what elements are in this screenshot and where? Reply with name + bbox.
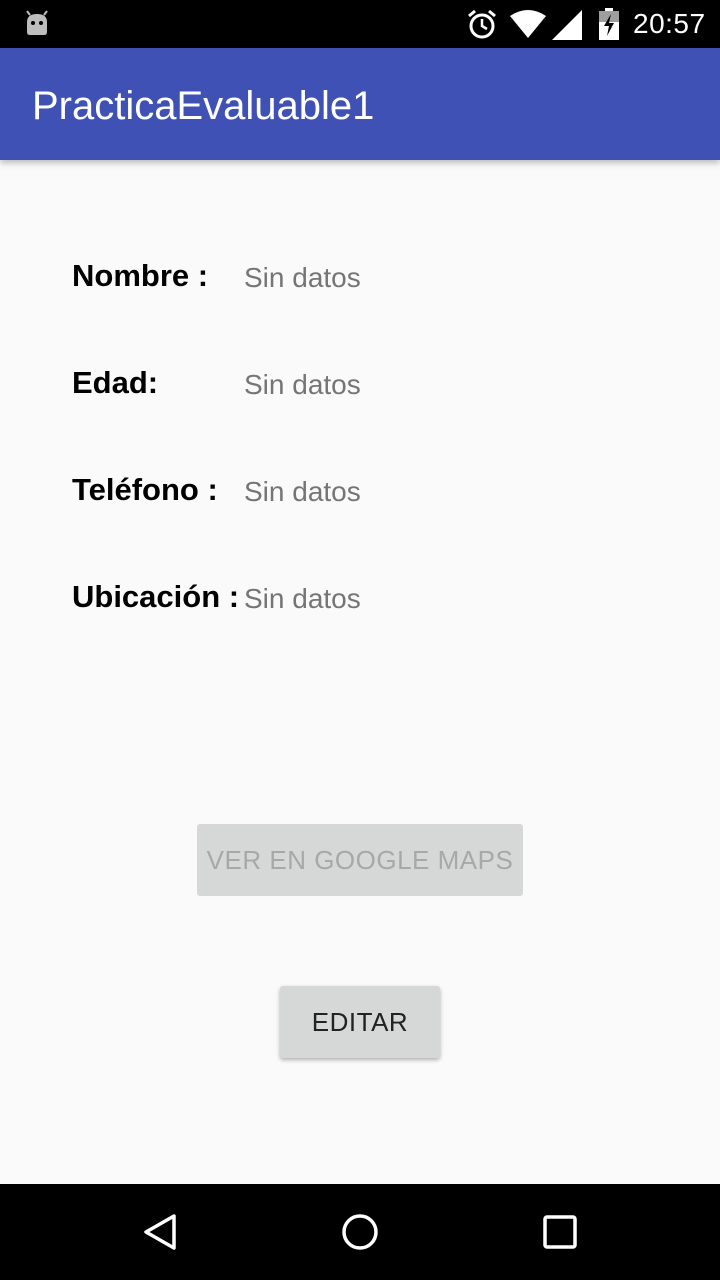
view-in-google-maps-button[interactable]: VER EN GOOGLE MAPS: [197, 824, 523, 896]
ubicacion-label: Ubicación :: [72, 579, 240, 614]
ubicacion-value: Sin datos: [244, 583, 361, 614]
telefono-value: Sin datos: [244, 476, 361, 507]
status-bar: 20:57: [0, 0, 720, 48]
edad-label: Edad:: [72, 365, 159, 400]
telefono-label: Teléfono :: [72, 472, 218, 507]
nombre-value: Sin datos: [244, 262, 361, 293]
nombre-label: Nombre :: [72, 258, 209, 293]
status-time: 20:57: [633, 8, 706, 39]
recents-icon[interactable]: [540, 1212, 580, 1257]
alarm-icon: [466, 8, 498, 45]
home-icon[interactable]: [340, 1212, 380, 1257]
app-bar: PracticaEvaluable1: [0, 48, 720, 160]
navigation-bar: [0, 1184, 720, 1280]
edit-button[interactable]: EDITAR: [280, 986, 440, 1058]
wifi-icon: [510, 10, 546, 43]
battery-icon: [598, 8, 620, 45]
back-icon[interactable]: [140, 1212, 180, 1257]
signal-icon: [552, 10, 582, 45]
android-notification-icon: [24, 10, 50, 41]
app-title: PracticaEvaluable1: [32, 84, 375, 128]
edad-value: Sin datos: [244, 369, 361, 400]
